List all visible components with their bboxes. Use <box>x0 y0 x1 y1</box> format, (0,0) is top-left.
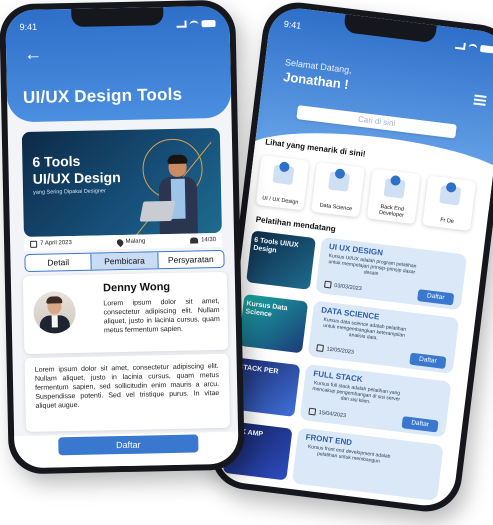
calendar-icon <box>316 344 324 352</box>
event-thumbnail: Kursus Data Science <box>238 293 309 354</box>
phone-detail-screen: 9:41 ← UI/UX Design Tools 6 Tools UI/UX … <box>0 0 245 475</box>
register-button[interactable]: Daftar <box>401 416 439 433</box>
battery-icon <box>479 44 493 54</box>
category-data-science[interactable]: Data Science <box>311 161 365 218</box>
page-title: UI/UX Design Tools <box>22 84 183 108</box>
status-icons <box>176 19 216 28</box>
signal-icon <box>176 20 187 28</box>
avatar-hair <box>46 296 63 304</box>
avatar <box>33 290 77 334</box>
speaker-card: Denny Wong Lorem ipsum dolor sit amet, c… <box>22 271 229 355</box>
signal-icon <box>455 41 466 50</box>
description-card: Lorem ipsum dolor sit amet, consectetur … <box>24 353 231 433</box>
thumbnail-text: Kursus Data Science <box>245 300 288 319</box>
event-card: FULL STACK Kursus full stack adalah pela… <box>299 364 452 438</box>
category-label: Data Science <box>319 202 353 213</box>
banner-heading-2: UI/UX Design <box>32 169 121 187</box>
meta-quota: 14/30 <box>190 237 216 244</box>
event-meta: 7 April 2023 Malang 14/30 <box>23 232 223 252</box>
category-front-end[interactable]: Fr De <box>422 175 477 231</box>
event-location: Malang <box>125 238 146 245</box>
tab-persyaratan[interactable]: Persyaratan <box>158 251 224 268</box>
event-thumbnail: 6 Tools UI/UX Design <box>246 230 316 290</box>
category-label: Fr De <box>439 217 455 225</box>
avatar-shirt <box>51 315 58 328</box>
speaker-bio: Lorem ipsum dolor sit amet, consectetur … <box>103 297 220 335</box>
register-button[interactable]: Daftar <box>409 352 447 369</box>
category-uiux[interactable]: UI / UX Design <box>255 155 310 211</box>
event-card: DATA SCIENCE Kursus data science adalah … <box>307 300 460 374</box>
home-screen: 9:41 Selamat Datang, Jonathan ! Cari di … <box>213 5 493 509</box>
category-label: Back End Developer <box>378 203 405 219</box>
wifi-icon <box>189 20 199 27</box>
banner-person-illustration <box>139 154 206 235</box>
meta-location: Malang <box>115 237 146 247</box>
thumbnail-text: 6 Tools UI/UX Design <box>252 236 299 255</box>
event-date-text: 03/03/2023 <box>333 282 363 292</box>
event-description: Kursus data science adalah pelatihan unt… <box>322 316 407 342</box>
location-icon <box>115 237 125 247</box>
person-hair <box>167 154 188 165</box>
event-date: 15/04/2023 <box>308 407 347 420</box>
category-label: UI / UX Design <box>261 195 299 206</box>
status-icons <box>455 41 493 54</box>
event-date-text: 15/04/2023 <box>318 409 347 419</box>
register-button[interactable]: Daftar <box>417 289 455 306</box>
register-button[interactable]: Daftar <box>58 434 199 456</box>
battery-icon <box>201 19 216 27</box>
event-description: Kursus UI/UX adalah program pelatihan un… <box>328 252 417 278</box>
tab-detail[interactable]: Detail <box>25 254 91 271</box>
event-banner: 6 Tools UI/UX Design yang Sering Dipakai… <box>21 127 222 238</box>
tab-pembicara[interactable]: Pembicara <box>90 252 159 270</box>
back-arrow-icon[interactable]: ← <box>24 44 42 65</box>
event-date: 12/05/2023 <box>316 344 354 356</box>
laptop-icon <box>139 200 176 222</box>
detail-screen: 9:41 ← UI/UX Design Tools 6 Tools UI/UX … <box>5 5 239 469</box>
menu-icon[interactable] <box>473 94 487 106</box>
event-card: FRONT END Kursus front end development a… <box>291 427 444 501</box>
category-back-end[interactable]: Back End Developer <box>366 168 421 225</box>
event-quota: 14/30 <box>201 237 217 244</box>
event-card: UI UX DESIGN Kursus UI/UX adalah program… <box>315 236 468 311</box>
meta-date: 7 April 2023 <box>30 240 72 248</box>
speaker-name: Denny Wong <box>102 281 171 295</box>
calendar-icon <box>323 280 332 289</box>
thumbnail-text: STACK PER <box>238 363 279 376</box>
event-date: 03/03/2023 <box>323 280 363 293</box>
event-description: Kursus full stack adalah pelatihan yang … <box>311 380 401 406</box>
app-showcase: 9:41 Selamat Datang, Jonathan ! Cari di … <box>0 0 493 525</box>
banner-heading: 6 Tools <box>32 152 81 170</box>
detail-tabs: Detail Pembicara Persyaratan <box>24 249 225 273</box>
event-date-text: 12/05/2023 <box>326 345 355 356</box>
banner-subheading: yang Sering Dipakai Designer <box>32 188 106 196</box>
event-date: 7 April 2023 <box>40 240 72 247</box>
calendar-icon <box>308 407 317 416</box>
phone-home-screen: 9:41 Selamat Datang, Jonathan ! Cari di … <box>207 0 493 516</box>
people-icon <box>190 237 199 244</box>
wifi-icon <box>468 43 478 51</box>
calendar-icon <box>30 240 38 248</box>
status-time: 9:41 <box>19 21 38 33</box>
status-time: 9:41 <box>283 18 302 31</box>
